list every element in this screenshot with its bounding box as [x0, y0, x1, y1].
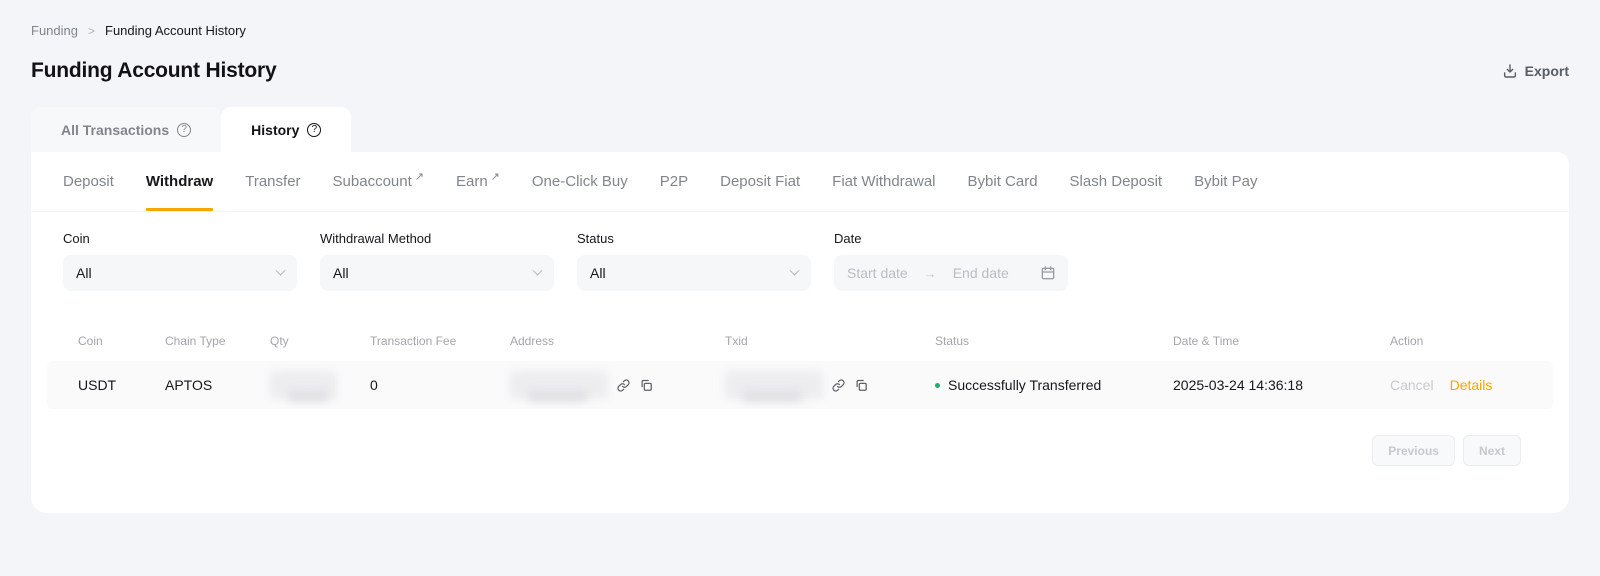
- coin-select[interactable]: All: [63, 255, 297, 291]
- previous-page-button[interactable]: Previous: [1372, 435, 1455, 466]
- breadcrumb-current: Funding Account History: [105, 23, 246, 38]
- filter-coin-label: Coin: [63, 231, 297, 246]
- history-card: Deposit Withdraw Transfer Subaccount↗ Ea…: [31, 152, 1569, 513]
- page-title: Funding Account History: [31, 59, 276, 83]
- redacted-address: [510, 371, 608, 399]
- filter-withdrawal-method-label: Withdrawal Method: [320, 231, 554, 246]
- external-link-icon: ↗: [491, 170, 500, 183]
- subtab-subaccount[interactable]: Subaccount↗: [333, 152, 424, 211]
- col-coin: Coin: [78, 334, 165, 348]
- subtab-slash-deposit[interactable]: Slash Deposit: [1070, 152, 1163, 211]
- date-range-picker[interactable]: Start date → End date: [834, 255, 1068, 291]
- tab-history-label: History: [251, 122, 299, 138]
- filter-status-label: Status: [577, 231, 811, 246]
- breadcrumb-funding[interactable]: Funding: [31, 23, 78, 38]
- subtab-fiat-withdrawal[interactable]: Fiat Withdrawal: [832, 152, 935, 211]
- export-button[interactable]: Export: [1502, 63, 1569, 79]
- col-status: Status: [935, 334, 1173, 348]
- export-label: Export: [1525, 63, 1569, 79]
- chevron-down-icon: [533, 265, 543, 275]
- txid-explorer-link-icon[interactable]: [831, 378, 846, 393]
- subtab-transfer[interactable]: Transfer: [245, 152, 300, 211]
- pagination: Previous Next: [31, 409, 1569, 466]
- tab-all-transactions-label: All Transactions: [61, 122, 169, 138]
- status-success-dot-icon: [935, 383, 940, 388]
- help-icon[interactable]: ?: [307, 123, 321, 137]
- cell-transaction-fee: 0: [370, 377, 510, 393]
- status-select[interactable]: All: [577, 255, 811, 291]
- filter-status: Status All: [577, 231, 811, 291]
- col-datetime: Date & Time: [1173, 334, 1390, 348]
- subtab-deposit[interactable]: Deposit: [63, 152, 114, 211]
- subtab-deposit-fiat[interactable]: Deposit Fiat: [720, 152, 800, 211]
- subtab-withdraw[interactable]: Withdraw: [146, 152, 213, 211]
- download-icon: [1502, 63, 1518, 79]
- withdrawal-method-select[interactable]: All: [320, 255, 554, 291]
- redacted-txid: [725, 371, 823, 399]
- cancel-action[interactable]: Cancel: [1390, 377, 1434, 393]
- cell-action: Cancel Details: [1390, 377, 1537, 393]
- txid-copy-icon[interactable]: [854, 378, 869, 393]
- address-copy-icon[interactable]: [639, 378, 654, 393]
- date-range-arrow-icon: →: [924, 266, 937, 281]
- breadcrumb: Funding > Funding Account History: [0, 0, 1600, 38]
- chevron-down-icon: [790, 265, 800, 275]
- chevron-down-icon: [276, 265, 286, 275]
- subtab-one-click-buy[interactable]: One-Click Buy: [532, 152, 628, 211]
- col-qty: Qty: [270, 334, 370, 348]
- details-action[interactable]: Details: [1450, 377, 1493, 393]
- end-date-input[interactable]: End date: [953, 265, 1009, 281]
- tab-history[interactable]: History ?: [221, 107, 351, 152]
- start-date-input[interactable]: Start date: [847, 265, 908, 281]
- table-header-row: Coin Chain Type Qty Transaction Fee Addr…: [47, 321, 1553, 361]
- cell-txid: [725, 371, 935, 399]
- cell-chain-type: APTOS: [165, 377, 270, 393]
- col-chain-type: Chain Type: [165, 334, 270, 348]
- cell-datetime: 2025-03-24 14:36:18: [1173, 377, 1390, 393]
- history-type-nav: Deposit Withdraw Transfer Subaccount↗ Ea…: [31, 152, 1569, 212]
- status-text: Successfully Transferred: [948, 377, 1101, 393]
- subtab-earn[interactable]: Earn↗: [456, 152, 500, 211]
- account-tabs: All Transactions ? History ?: [31, 107, 1600, 152]
- next-page-button[interactable]: Next: [1463, 435, 1521, 466]
- tab-all-transactions[interactable]: All Transactions ?: [31, 107, 221, 152]
- col-action: Action: [1390, 334, 1537, 348]
- withdrawal-method-select-value: All: [333, 265, 349, 281]
- col-address: Address: [510, 334, 725, 348]
- redacted-qty: [270, 371, 337, 399]
- help-icon[interactable]: ?: [177, 123, 191, 137]
- calendar-icon[interactable]: [1040, 265, 1056, 281]
- cell-address: [510, 371, 725, 399]
- col-transaction-fee: Transaction Fee: [370, 334, 510, 348]
- filter-withdrawal-method: Withdrawal Method All: [320, 231, 554, 291]
- status-select-value: All: [590, 265, 606, 281]
- filter-date: Date Start date → End date: [834, 231, 1068, 291]
- subtab-bybit-card[interactable]: Bybit Card: [968, 152, 1038, 211]
- col-txid: Txid: [725, 334, 935, 348]
- external-link-icon: ↗: [415, 170, 424, 183]
- subtab-bybit-pay[interactable]: Bybit Pay: [1194, 152, 1257, 211]
- cell-coin: USDT: [78, 377, 165, 393]
- filter-coin: Coin All: [63, 231, 297, 291]
- breadcrumb-separator-icon: >: [88, 24, 95, 38]
- table-row: USDT APTOS 0: [47, 361, 1553, 409]
- coin-select-value: All: [76, 265, 92, 281]
- filter-date-label: Date: [834, 231, 1068, 246]
- cell-status: Successfully Transferred: [935, 377, 1173, 393]
- title-row: Funding Account History Export: [0, 38, 1600, 83]
- filter-bar: Coin All Withdrawal Method All Status Al…: [31, 212, 1569, 291]
- address-explorer-link-icon[interactable]: [616, 378, 631, 393]
- subtab-p2p[interactable]: P2P: [660, 152, 688, 211]
- cell-qty: [270, 371, 370, 399]
- withdrawals-table: Coin Chain Type Qty Transaction Fee Addr…: [47, 321, 1553, 409]
